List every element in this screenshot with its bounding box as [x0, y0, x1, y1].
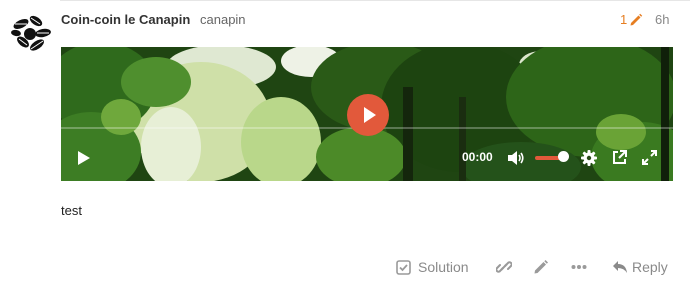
- volume-slider-handle[interactable]: [558, 151, 569, 162]
- post-header: Coin-coin le Canapin canapin 1 6h: [61, 12, 673, 32]
- post-body: test: [61, 203, 82, 218]
- video-player[interactable]: 00:00: [61, 47, 673, 181]
- link-icon[interactable]: [496, 259, 512, 275]
- gear-icon[interactable]: [581, 150, 597, 166]
- post-time[interactable]: 6h: [655, 12, 669, 27]
- checkbox-icon: [396, 260, 411, 275]
- ellipsis-icon[interactable]: [571, 264, 587, 270]
- edit-count[interactable]: 1: [620, 12, 627, 27]
- avatar[interactable]: [10, 12, 52, 54]
- user-handle[interactable]: canapin: [200, 12, 246, 27]
- reply-icon: [613, 261, 627, 273]
- pencil-icon[interactable]: [533, 259, 549, 275]
- pencil-icon[interactable]: [629, 13, 643, 27]
- reply-label: Reply: [632, 259, 668, 275]
- reply-button[interactable]: Reply: [612, 258, 676, 278]
- username-link[interactable]: Coin-coin le Canapin: [61, 12, 190, 27]
- solution-label: Solution: [418, 259, 469, 275]
- top-divider: [60, 0, 690, 1]
- play-icon: [364, 107, 376, 123]
- solution-button[interactable]: Solution: [396, 258, 476, 278]
- external-link-icon[interactable]: [612, 150, 627, 165]
- leaf-cluster-avatar-icon: [11, 15, 51, 51]
- current-time: 00:00: [462, 150, 493, 164]
- big-play-button[interactable]: [347, 94, 389, 136]
- fullscreen-icon[interactable]: [642, 150, 657, 165]
- play-icon[interactable]: [77, 150, 91, 166]
- volume-icon[interactable]: [507, 150, 525, 166]
